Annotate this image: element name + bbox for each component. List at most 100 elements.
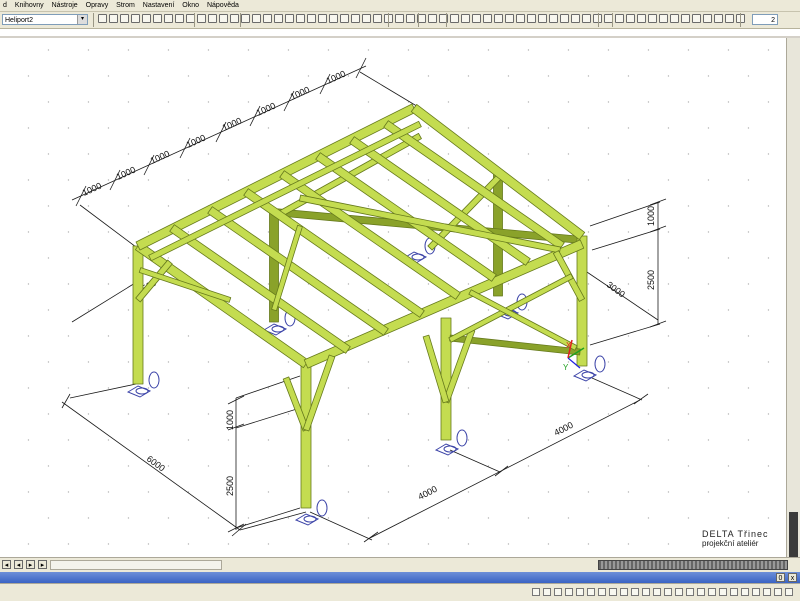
- toolbar-tool-icon[interactable]: [219, 14, 228, 23]
- toolbar-tool-icon[interactable]: [571, 14, 580, 23]
- snap-tool-icon[interactable]: [576, 588, 584, 596]
- sheet-nav-first-icon[interactable]: ◂: [2, 560, 11, 569]
- toolbar-tool-icon[interactable]: [263, 14, 272, 23]
- toolbar-tool-icon[interactable]: [505, 14, 514, 23]
- toolbar-tool-icon[interactable]: [560, 14, 569, 23]
- toolbar-tool-icon[interactable]: [725, 14, 734, 23]
- snap-tool-icon[interactable]: [774, 588, 782, 596]
- toolbar-tool-icon[interactable]: [659, 14, 668, 23]
- horizontal-scrollbar[interactable]: [50, 560, 222, 570]
- toolbar-tool-icon[interactable]: [428, 14, 437, 23]
- snap-tool-icon[interactable]: [598, 588, 606, 596]
- toolbar-tool-icon[interactable]: [274, 14, 283, 23]
- toolbar-tool-icon[interactable]: [681, 14, 690, 23]
- toolbar-tool-icon[interactable]: [626, 14, 635, 23]
- snap-tool-icon[interactable]: [565, 588, 573, 596]
- snap-tool-icon[interactable]: [620, 588, 628, 596]
- toolbar-tool-icon[interactable]: [648, 14, 657, 23]
- toolbar-tool-icon[interactable]: [98, 14, 107, 23]
- toolbar-tool-icon[interactable]: [241, 14, 250, 23]
- snap-tool-icon[interactable]: [543, 588, 551, 596]
- toolbar-tool-icon[interactable]: [483, 14, 492, 23]
- toolbar-tool-icon[interactable]: [494, 14, 503, 23]
- snap-tool-icon[interactable]: [532, 588, 540, 596]
- toolbar-tool-icon[interactable]: [351, 14, 360, 23]
- toolbar-tool-icon[interactable]: [516, 14, 525, 23]
- toolbar-tool-icon[interactable]: [703, 14, 712, 23]
- snap-tool-icon[interactable]: [642, 588, 650, 596]
- toolbar-tool-icon[interactable]: [450, 14, 459, 23]
- toolbar-tool-icon[interactable]: [142, 14, 151, 23]
- toolbar-tool-icon[interactable]: [527, 14, 536, 23]
- toolbar-tool-icon[interactable]: [329, 14, 338, 23]
- sheet-nav-prev-icon[interactable]: ◂: [14, 560, 23, 569]
- menu-item-strom[interactable]: Strom: [113, 0, 138, 11]
- vertical-scroll-thumb[interactable]: [789, 512, 798, 560]
- snap-tool-icon[interactable]: [675, 588, 683, 596]
- toolbar-tool-icon[interactable]: [406, 14, 415, 23]
- menu-item-napoveda[interactable]: Nápověda: [204, 0, 242, 11]
- snap-tool-icon[interactable]: [752, 588, 760, 596]
- grid-dot: [747, 491, 750, 493]
- menu-item-nastroje[interactable]: Nástroje: [49, 0, 81, 11]
- snap-tool-icon[interactable]: [741, 588, 749, 596]
- toolbar-tool-icon[interactable]: [362, 14, 371, 23]
- snap-tool-icon[interactable]: [763, 588, 771, 596]
- toolbar-tool-icon[interactable]: [692, 14, 701, 23]
- toolbar-tool-icon[interactable]: [318, 14, 327, 23]
- menu-item-nastaveni[interactable]: Nastavení: [140, 0, 178, 11]
- toolbar-tool-icon[interactable]: [461, 14, 470, 23]
- toolbar-tool-icon[interactable]: [582, 14, 591, 23]
- menu-item-knihovny[interactable]: Knihovny: [12, 0, 47, 11]
- snap-tool-icon[interactable]: [631, 588, 639, 596]
- restore-icon[interactable]: 0: [776, 573, 785, 582]
- toolbar-tool-icon[interactable]: [307, 14, 316, 23]
- model-select[interactable]: Heliport2 ▾: [2, 14, 88, 25]
- close-icon[interactable]: x: [788, 573, 797, 582]
- snap-tool-icon[interactable]: [587, 588, 595, 596]
- toolbar-tool-icon[interactable]: [340, 14, 349, 23]
- sheet-nav-next-icon[interactable]: ▸: [26, 560, 35, 569]
- snap-tool-icon[interactable]: [686, 588, 694, 596]
- toolbar-tool-icon[interactable]: [285, 14, 294, 23]
- toolbar-tool-icon[interactable]: [549, 14, 558, 23]
- toolbar-tool-icon[interactable]: [131, 14, 140, 23]
- drawing-canvas[interactable]: 1000 1000 1000 1000 1000 1000 1000 1000 …: [0, 38, 786, 557]
- menu-item-d[interactable]: d: [0, 0, 10, 11]
- toolbar-tool-icon[interactable]: [637, 14, 646, 23]
- snap-tool-icon[interactable]: [719, 588, 727, 596]
- snap-tool-icon[interactable]: [664, 588, 672, 596]
- zoom-input[interactable]: 2: [752, 14, 778, 25]
- snap-tool-icon[interactable]: [653, 588, 661, 596]
- toolbar-tool-icon[interactable]: [109, 14, 118, 23]
- toolbar-tool-icon[interactable]: [208, 14, 217, 23]
- chevron-down-icon[interactable]: ▾: [77, 15, 87, 24]
- toolbar-tool-icon[interactable]: [175, 14, 184, 23]
- snap-tool-icon[interactable]: [554, 588, 562, 596]
- snap-tool-icon[interactable]: [697, 588, 705, 596]
- vertical-scrollbar[interactable]: [786, 38, 800, 560]
- toolbar-tool-icon[interactable]: [164, 14, 173, 23]
- menu-item-opravy[interactable]: Opravy: [83, 0, 112, 11]
- toolbar-tool-icon[interactable]: [230, 14, 239, 23]
- snap-tool-icon[interactable]: [785, 588, 793, 596]
- toolbar-tool-icon[interactable]: [538, 14, 547, 23]
- toolbar-tool-icon[interactable]: [197, 14, 206, 23]
- snap-tool-icon[interactable]: [730, 588, 738, 596]
- toolbar-tool-icon[interactable]: [120, 14, 129, 23]
- toolbar-tool-icon[interactable]: [670, 14, 679, 23]
- toolbar-tool-icon[interactable]: [472, 14, 481, 23]
- toolbar-tool-icon[interactable]: [395, 14, 404, 23]
- snap-tool-icon[interactable]: [708, 588, 716, 596]
- toolbar-tool-icon[interactable]: [296, 14, 305, 23]
- menu-item-okno[interactable]: Okno: [179, 0, 202, 11]
- toolbar-tool-icon[interactable]: [153, 14, 162, 23]
- grid-dot: [647, 465, 650, 467]
- toolbar-tool-icon[interactable]: [252, 14, 261, 23]
- sheet-nav-last-icon[interactable]: ▸: [38, 560, 47, 569]
- toolbar-tool-icon[interactable]: [615, 14, 624, 23]
- toolbar-tool-icon[interactable]: [714, 14, 723, 23]
- snap-tool-icon[interactable]: [609, 588, 617, 596]
- horizontal-scrollbar-right[interactable]: [598, 560, 788, 570]
- toolbar-tool-icon[interactable]: [373, 14, 382, 23]
